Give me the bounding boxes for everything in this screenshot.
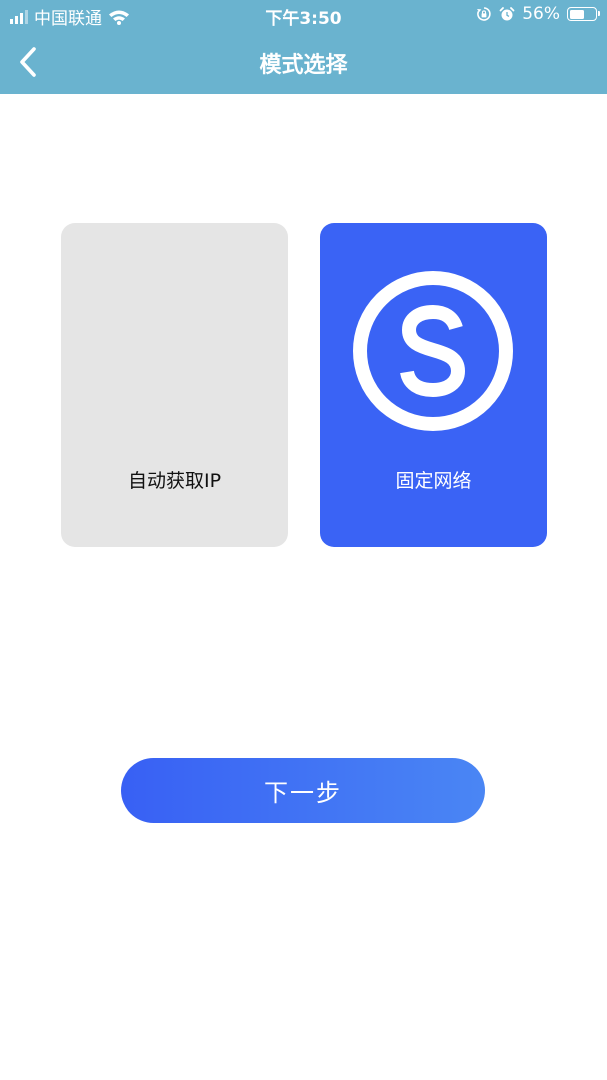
mode-card-auto-ip[interactable]: 自动获取IP <box>61 223 288 547</box>
next-button[interactable]: 下一步 <box>121 758 485 823</box>
status-right: 56% <box>476 4 600 24</box>
nav-bar: 模式选择 <box>0 32 607 94</box>
status-bar: 中国联通 下午3:50 56% <box>0 0 607 32</box>
battery-icon <box>567 7 600 21</box>
battery-percent: 56% <box>522 4 560 24</box>
mode-label-auto-ip: 自动获取IP <box>127 470 222 492</box>
header: 中国联通 下午3:50 56% 模式选择 <box>0 0 607 94</box>
s-circle-icon <box>353 271 513 431</box>
page-title: 模式选择 <box>259 53 348 78</box>
mode-label-fixed-network: 固定网络 <box>395 470 472 492</box>
mode-card-fixed-network[interactable]: 固定网络 <box>320 223 547 547</box>
orientation-lock-icon <box>476 6 492 22</box>
battery-fill <box>569 9 584 19</box>
alarm-icon <box>499 6 515 22</box>
